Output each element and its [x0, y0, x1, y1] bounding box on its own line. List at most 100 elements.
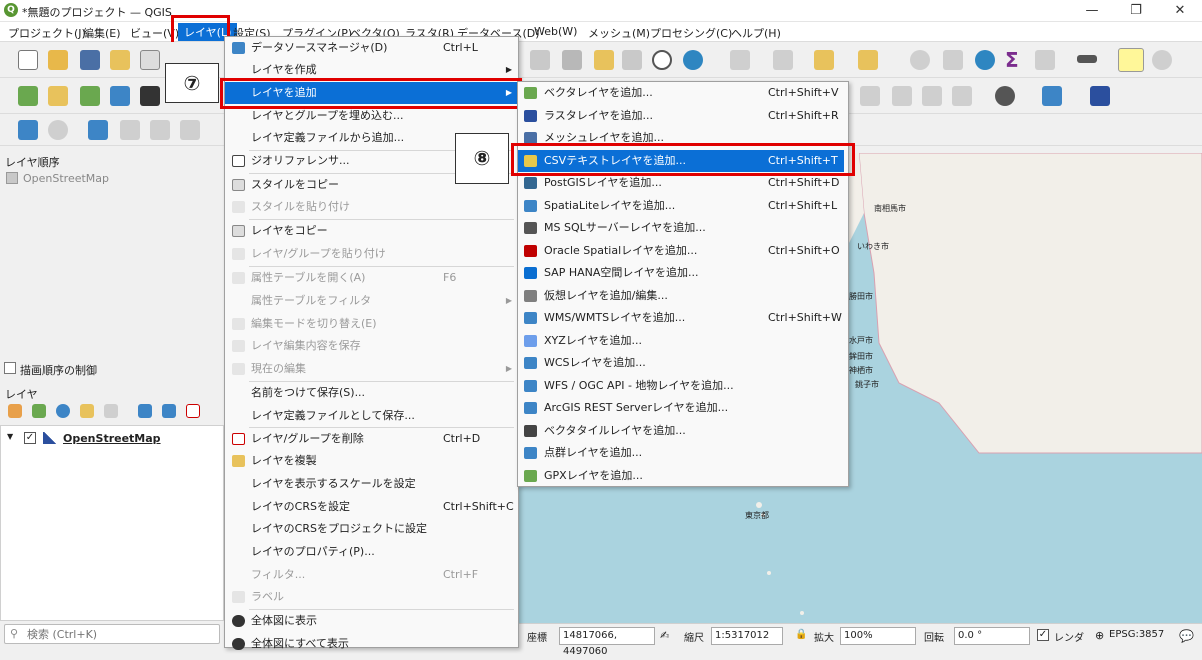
vertex-tool-icon[interactable] [18, 120, 38, 140]
menu-item-set-project-crs[interactable]: レイヤのCRSをプロジェクトに設定 [225, 518, 518, 540]
refresh-icon[interactable] [683, 50, 703, 70]
layer-visibility-checkbox[interactable]: ✓ [24, 432, 36, 444]
locate-icon[interactable] [1152, 50, 1172, 70]
submenu-item-add-wms[interactable]: WMS/WMTSレイヤを追加... Ctrl+Shift+W [518, 307, 844, 330]
lock-icon[interactable]: 🔒 [795, 629, 807, 640]
magnify-field[interactable]: 100% [840, 627, 916, 645]
measure-icon[interactable] [1077, 55, 1097, 63]
submenu-item-add-arcgis-rest[interactable]: ArcGIS REST Serverレイヤを追加... [518, 397, 844, 420]
menu-item-layer-properties[interactable]: レイヤのプロパティ(P)... [225, 541, 518, 563]
menu-item-show-all-in-overview[interactable]: 全体図にすべて表示 [225, 633, 518, 655]
menu-project[interactable]: プロジェクト(J) [8, 25, 86, 41]
submenu-item-add-wfs[interactable]: WFS / OGC API - 地物レイヤを追加... [518, 375, 844, 398]
render-checkbox[interactable]: ✓ [1037, 629, 1049, 641]
visibility-eye-icon[interactable] [56, 404, 70, 418]
deselect-icon[interactable] [814, 50, 834, 70]
table-icon[interactable] [1035, 50, 1055, 70]
menu-item-set-scale-visibility[interactable]: レイヤを表示するスケールを設定 [225, 473, 518, 495]
menu-item-open-attribute-table[interactable]: 属性テーブルを開く(A) F6 [225, 267, 518, 289]
filter-icon[interactable] [80, 404, 94, 418]
menu-item-save-edits[interactable]: レイヤ編集内容を保存 [225, 335, 518, 357]
submenu-item-add-mssql[interactable]: MS SQLサーバーレイヤを追加... [518, 217, 844, 240]
style-panel-icon[interactable] [8, 404, 22, 418]
menu-item-duplicate-layer[interactable]: レイヤを複製 [225, 450, 518, 472]
label-pin-icon[interactable] [860, 86, 880, 106]
python-icon[interactable] [1042, 86, 1062, 106]
network-icon[interactable] [995, 86, 1015, 106]
zoom-icon[interactable] [562, 50, 582, 70]
menu-item-set-layer-crs[interactable]: レイヤのCRSを設定 Ctrl+Shift+C [225, 496, 518, 518]
menu-item-filter-attribute-table[interactable]: 属性テーブルをフィルタ ▶ [225, 290, 518, 312]
menu-item-filter[interactable]: フィルタ... Ctrl+F [225, 564, 518, 586]
label-move-icon[interactable] [922, 86, 942, 106]
minimize-button[interactable]: — [1070, 0, 1114, 22]
menu-item-save-as[interactable]: 名前をつけて保存(S)... [225, 382, 518, 404]
move-feature-icon[interactable] [120, 120, 140, 140]
rotate-feature-icon[interactable] [150, 120, 170, 140]
menu-item-paste-layer[interactable]: レイヤ/グループを貼り付け [225, 243, 518, 265]
identify-icon[interactable] [910, 50, 930, 70]
attribute-table-toolbar-icon[interactable] [943, 50, 963, 70]
digitize-icon[interactable] [110, 86, 130, 106]
menu-item-copy-layer[interactable]: レイヤをコピー [225, 220, 518, 242]
restore-button[interactable]: ❐ [1114, 0, 1158, 22]
chip-icon[interactable] [140, 86, 160, 106]
pin-icon[interactable] [594, 50, 614, 70]
submenu-item-add-wcs[interactable]: WCSレイヤを追加... [518, 352, 844, 375]
layer-order-item[interactable]: OpenStreetMap [23, 172, 109, 185]
menu-edit[interactable]: 編集(E) [83, 25, 121, 41]
close-button[interactable]: ✕ [1158, 0, 1202, 22]
draw-order-checkbox[interactable] [4, 362, 16, 374]
menu-item-toggle-editing[interactable]: 編集モードを切り替え(E) [225, 313, 518, 335]
label-show-icon[interactable] [892, 86, 912, 106]
help-icon[interactable] [1090, 86, 1110, 106]
menu-processing[interactable]: プロセシング(C) [650, 25, 732, 41]
menu-item-current-edits[interactable]: 現在の編集 ▶ [225, 358, 518, 380]
print-layout-icon[interactable] [140, 50, 160, 70]
add-group-icon[interactable] [32, 404, 46, 418]
select-location-icon[interactable] [858, 50, 878, 70]
submenu-item-add-vector-tile[interactable]: ベクタタイルレイヤを追加... [518, 420, 844, 443]
gear-icon[interactable] [975, 50, 995, 70]
expand-arrow-icon[interactable]: ▼ [7, 432, 13, 441]
statistics-sigma-icon[interactable]: Σ [1005, 48, 1025, 72]
layer-item-openstreetmap[interactable]: OpenStreetMap [63, 432, 161, 445]
menu-item-paste-style[interactable]: スタイルを貼り付け [225, 196, 518, 218]
save-project-icon[interactable] [80, 50, 100, 70]
submenu-item-add-virtual[interactable]: 仮想レイヤを追加/編集... [518, 285, 844, 308]
menu-item-data-source-manager[interactable]: データソースマネージャ(D) Ctrl+L [225, 37, 518, 59]
submenu-item-add-vector[interactable]: ベクタレイヤを追加... Ctrl+Shift+V [518, 82, 844, 105]
locator-search[interactable]: ⚲ [4, 624, 220, 644]
zoom-layer-icon[interactable] [622, 50, 642, 70]
menu-help[interactable]: ヘルプ(H) [731, 25, 781, 41]
search-input[interactable] [27, 626, 217, 642]
select-icon[interactable] [730, 50, 750, 70]
messages-icon[interactable]: 💬 [1179, 629, 1194, 643]
new-project-icon[interactable] [18, 50, 38, 70]
pan-map-icon[interactable] [530, 50, 550, 70]
menu-item-remove-layer[interactable]: レイヤ/グループを削除 Ctrl+D [225, 428, 518, 450]
menu-mesh[interactable]: メッシュ(M) [588, 25, 650, 41]
crosshair-icon[interactable] [48, 120, 68, 140]
map-tips-icon[interactable] [1118, 48, 1144, 72]
submenu-item-add-oracle[interactable]: Oracle Spatialレイヤを追加... Ctrl+Shift+O [518, 240, 844, 263]
temporal-clock-icon[interactable] [652, 50, 672, 70]
filter-expression-icon[interactable] [104, 404, 118, 418]
menu-web[interactable]: Web(W) [534, 25, 577, 38]
coordinate-field[interactable]: 14817066, 4497060 [559, 627, 655, 657]
crs-button[interactable]: EPSG:3857 [1109, 629, 1164, 640]
open-project-icon[interactable] [48, 50, 68, 70]
add-raster-toolbar-icon[interactable] [48, 86, 68, 106]
expand-all-icon[interactable] [138, 404, 152, 418]
label-rotate-icon[interactable] [952, 86, 972, 106]
submenu-item-add-gpx[interactable]: GPXレイヤを追加... [518, 465, 844, 488]
scale-feature-icon[interactable] [180, 120, 200, 140]
select-value-icon[interactable] [773, 50, 793, 70]
submenu-item-add-spatialite[interactable]: SpatiaLiteレイヤを追加... Ctrl+Shift+L [518, 195, 844, 218]
menu-item-save-definition[interactable]: レイヤ定義ファイルとして保存... [225, 405, 518, 427]
submenu-item-add-xyz[interactable]: XYZレイヤを追加... [518, 330, 844, 353]
add-layer-toolbar-icon[interactable] [18, 86, 38, 106]
submenu-item-add-sap-hana[interactable]: SAP HANA空間レイヤを追加... [518, 262, 844, 285]
submenu-item-add-raster[interactable]: ラスタレイヤを追加... Ctrl+Shift+R [518, 105, 844, 128]
submenu-item-add-point-cloud[interactable]: 点群レイヤを追加... [518, 442, 844, 465]
